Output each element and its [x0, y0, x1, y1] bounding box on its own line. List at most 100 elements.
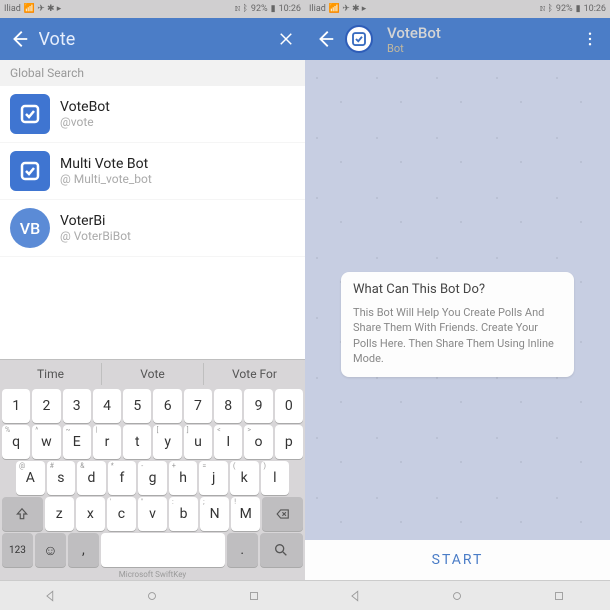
clear-icon[interactable]	[275, 27, 298, 51]
key-y[interactable]: [y	[153, 425, 181, 459]
status-bar: Iliad📶 ✈ ✱ ▸ ℕ ᛒ92%▮10:26	[0, 0, 305, 18]
battery-icon: ▮	[271, 4, 276, 14]
key-k[interactable]: (k	[230, 461, 259, 495]
signal-icon: 📶 ✈ ✱ ▸	[24, 4, 62, 14]
bot-info-bubble: What Can This Bot Do? This Bot Will Help…	[341, 272, 574, 377]
key-v[interactable]: "v	[138, 497, 167, 531]
nav-back-icon[interactable]	[44, 589, 58, 603]
result-handle: @vote	[60, 115, 110, 129]
key-b[interactable]: :b	[169, 497, 198, 531]
keyboard[interactable]: 1234567890 %q^w~E|rt[y]u<I>op @A#s&d*f-g…	[0, 387, 305, 569]
search-results: VoteBot@voteMulti Vote Bot@ Multi_vote_b…	[0, 86, 305, 257]
battery-label: 92%	[556, 4, 573, 14]
result-handle: @ Multi_vote_bot	[60, 172, 152, 186]
key-1[interactable]: 1	[2, 389, 30, 423]
key-comma[interactable]: ,	[68, 533, 99, 567]
key-q[interactable]: %q	[2, 425, 30, 459]
bot-avatar[interactable]	[345, 25, 373, 53]
key-c[interactable]: 'c	[107, 497, 136, 531]
suggestion-item[interactable]: Vote	[102, 363, 204, 385]
bubble-title: What Can This Bot Do?	[353, 282, 562, 297]
android-navbar	[305, 580, 610, 610]
clock-label: 10:26	[279, 4, 301, 14]
key-f[interactable]: *f	[108, 461, 137, 495]
nav-home-icon[interactable]	[450, 589, 464, 603]
key-E[interactable]: ~E	[63, 425, 91, 459]
right-screen: Iliad📶 ✈ ✱ ▸ ℕ ᛒ92%▮10:26 VoteBot Bot Wh…	[305, 0, 610, 610]
result-avatar	[10, 94, 50, 134]
key-M[interactable]: !M	[231, 497, 260, 531]
nav-recent-icon[interactable]	[552, 589, 566, 603]
back-icon[interactable]	[313, 27, 337, 51]
result-name: Multi Vote Bot	[60, 156, 152, 172]
key-h[interactable]: +h	[169, 461, 198, 495]
result-name: VoteBot	[60, 99, 110, 115]
suggestion-item[interactable]: Time	[0, 363, 102, 385]
key-3[interactable]: 3	[63, 389, 91, 423]
search-result-item[interactable]: VBVoterBi@ VoterBiBot	[0, 200, 305, 257]
key-l[interactable]: )l	[261, 461, 290, 495]
key-7[interactable]: 7	[184, 389, 212, 423]
key-z[interactable]: z	[45, 497, 74, 531]
bubble-body: This Bot Will Help You Create Polls And …	[353, 305, 562, 367]
key-space[interactable]	[101, 533, 225, 567]
keyboard-suggestions: Time Vote Vote For	[0, 359, 305, 387]
result-handle: @ VoterBiBot	[60, 229, 131, 243]
battery-icon: ▮	[576, 4, 581, 14]
key-8[interactable]: 8	[214, 389, 242, 423]
status-bar: Iliad📶 ✈ ✱ ▸ ℕ ᛒ92%▮10:26	[305, 0, 610, 18]
key-d[interactable]: &d	[77, 461, 106, 495]
battery-label: 92%	[251, 4, 268, 14]
start-button[interactable]: START	[305, 540, 610, 580]
key-4[interactable]: 4	[93, 389, 121, 423]
key-backspace[interactable]	[262, 497, 303, 531]
key-123[interactable]: 123	[2, 533, 33, 567]
android-navbar	[0, 580, 305, 610]
chat-subtitle: Bot	[387, 42, 570, 55]
key-emoji[interactable]: ☺	[35, 533, 66, 567]
key-j[interactable]: =j	[199, 461, 228, 495]
key-shift[interactable]	[2, 497, 43, 531]
key-o[interactable]: >o	[244, 425, 272, 459]
key-t[interactable]: t	[123, 425, 151, 459]
back-icon[interactable]	[8, 27, 31, 51]
chat-title[interactable]: VoteBot	[387, 24, 570, 42]
key-s[interactable]: #s	[47, 461, 76, 495]
nav-back-icon[interactable]	[349, 589, 363, 603]
key-u[interactable]: ]u	[184, 425, 212, 459]
search-input[interactable]	[39, 29, 267, 50]
key-5[interactable]: 5	[123, 389, 151, 423]
key-N[interactable]: ;N	[200, 497, 229, 531]
carrier-label: Iliad	[309, 4, 326, 14]
nav-recent-icon[interactable]	[247, 589, 261, 603]
menu-icon[interactable]	[578, 27, 602, 51]
left-screen: Iliad📶 ✈ ✱ ▸ ℕ ᛒ92%▮10:26 Global Search …	[0, 0, 305, 610]
key-6[interactable]: 6	[153, 389, 181, 423]
signal-icon: 📶 ✈ ✱ ▸	[329, 4, 367, 14]
nav-home-icon[interactable]	[145, 589, 159, 603]
nfc-icon: ℕ ᛒ	[235, 4, 248, 14]
key-2[interactable]: 2	[32, 389, 60, 423]
key-I[interactable]: <I	[214, 425, 242, 459]
key-9[interactable]: 9	[244, 389, 272, 423]
key-0[interactable]: 0	[275, 389, 303, 423]
key-x[interactable]: x	[76, 497, 105, 531]
search-appbar	[0, 18, 305, 60]
key-w[interactable]: ^w	[32, 425, 60, 459]
suggestion-item[interactable]: Vote For	[204, 363, 305, 385]
section-header: Global Search	[0, 60, 305, 86]
key-A[interactable]: @A	[16, 461, 45, 495]
key-period[interactable]: .	[227, 533, 258, 567]
search-result-item[interactable]: VoteBot@vote	[0, 86, 305, 143]
search-result-item[interactable]: Multi Vote Bot@ Multi_vote_bot	[0, 143, 305, 200]
chat-appbar: VoteBot Bot	[305, 18, 610, 60]
key-g[interactable]: -g	[138, 461, 167, 495]
key-search[interactable]	[260, 533, 303, 567]
key-p[interactable]: p	[275, 425, 303, 459]
result-avatar	[10, 151, 50, 191]
keyboard-branding: Microsoft SwiftKey	[0, 569, 305, 580]
clock-label: 10:26	[584, 4, 606, 14]
key-r[interactable]: |r	[93, 425, 121, 459]
nfc-icon: ℕ ᛒ	[540, 4, 553, 14]
chat-area[interactable]: What Can This Bot Do? This Bot Will Help…	[305, 60, 610, 540]
